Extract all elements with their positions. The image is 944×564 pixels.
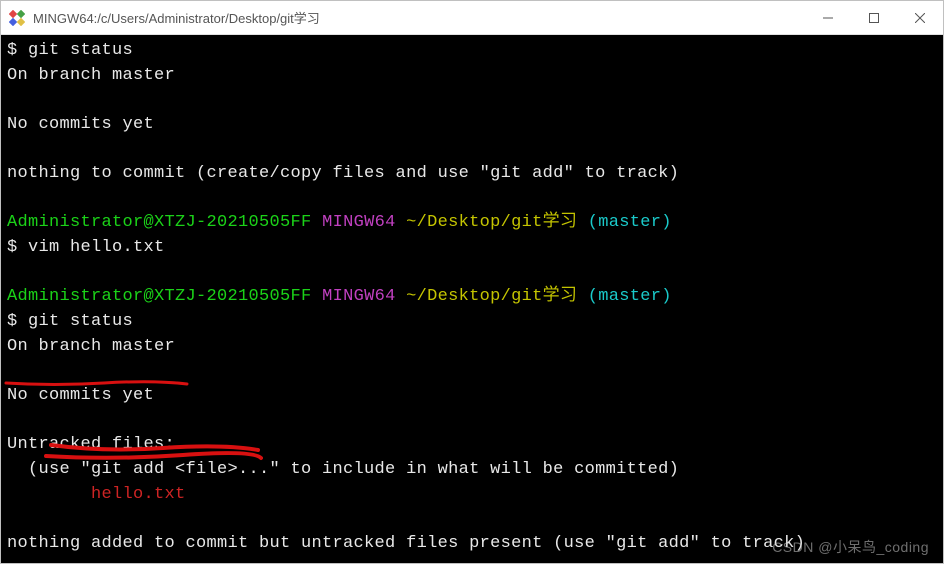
terminal-line: [7, 187, 937, 212]
terminal[interactable]: $ git status On branch master No commits…: [1, 35, 943, 563]
titlebar[interactable]: MINGW64:/c/Users/Administrator/Desktop/g…: [1, 1, 943, 35]
terminal-line: [7, 507, 937, 532]
window: MINGW64:/c/Users/Administrator/Desktop/g…: [0, 0, 944, 564]
maximize-button[interactable]: [851, 1, 897, 35]
watermark: CSDN @小呆鸟_coding: [772, 537, 929, 557]
terminal-line: No commits yet: [7, 384, 937, 409]
terminal-line: hello.txt: [7, 483, 937, 508]
terminal-line: [7, 88, 937, 113]
window-title: MINGW64:/c/Users/Administrator/Desktop/g…: [33, 8, 805, 27]
terminal-line: (use "git add <file>..." to include in w…: [7, 458, 937, 483]
app-icon: [9, 10, 25, 26]
terminal-line: Untracked files:: [7, 433, 937, 458]
terminal-line: [7, 138, 937, 163]
terminal-line: $ vim hello.txt: [7, 236, 937, 261]
terminal-line: On branch master: [7, 64, 937, 89]
close-button[interactable]: [897, 1, 943, 35]
terminal-line: [7, 409, 937, 434]
terminal-line: [7, 556, 937, 563]
terminal-line: [7, 359, 937, 384]
terminal-line: $ git status: [7, 310, 937, 335]
minimize-button[interactable]: [805, 1, 851, 35]
window-controls: [805, 1, 943, 35]
untracked-file: hello.txt: [91, 485, 186, 504]
prompt-line: Administrator@XTZJ-20210505FF MINGW64 ~/…: [7, 285, 937, 310]
terminal-line: nothing to commit (create/copy files and…: [7, 162, 937, 187]
terminal-line: On branch master: [7, 335, 937, 360]
terminal-line: [7, 261, 937, 286]
terminal-line: No commits yet: [7, 113, 937, 138]
prompt-line: Administrator@XTZJ-20210505FF MINGW64 ~/…: [7, 211, 937, 236]
terminal-line: $ git status: [7, 39, 937, 64]
